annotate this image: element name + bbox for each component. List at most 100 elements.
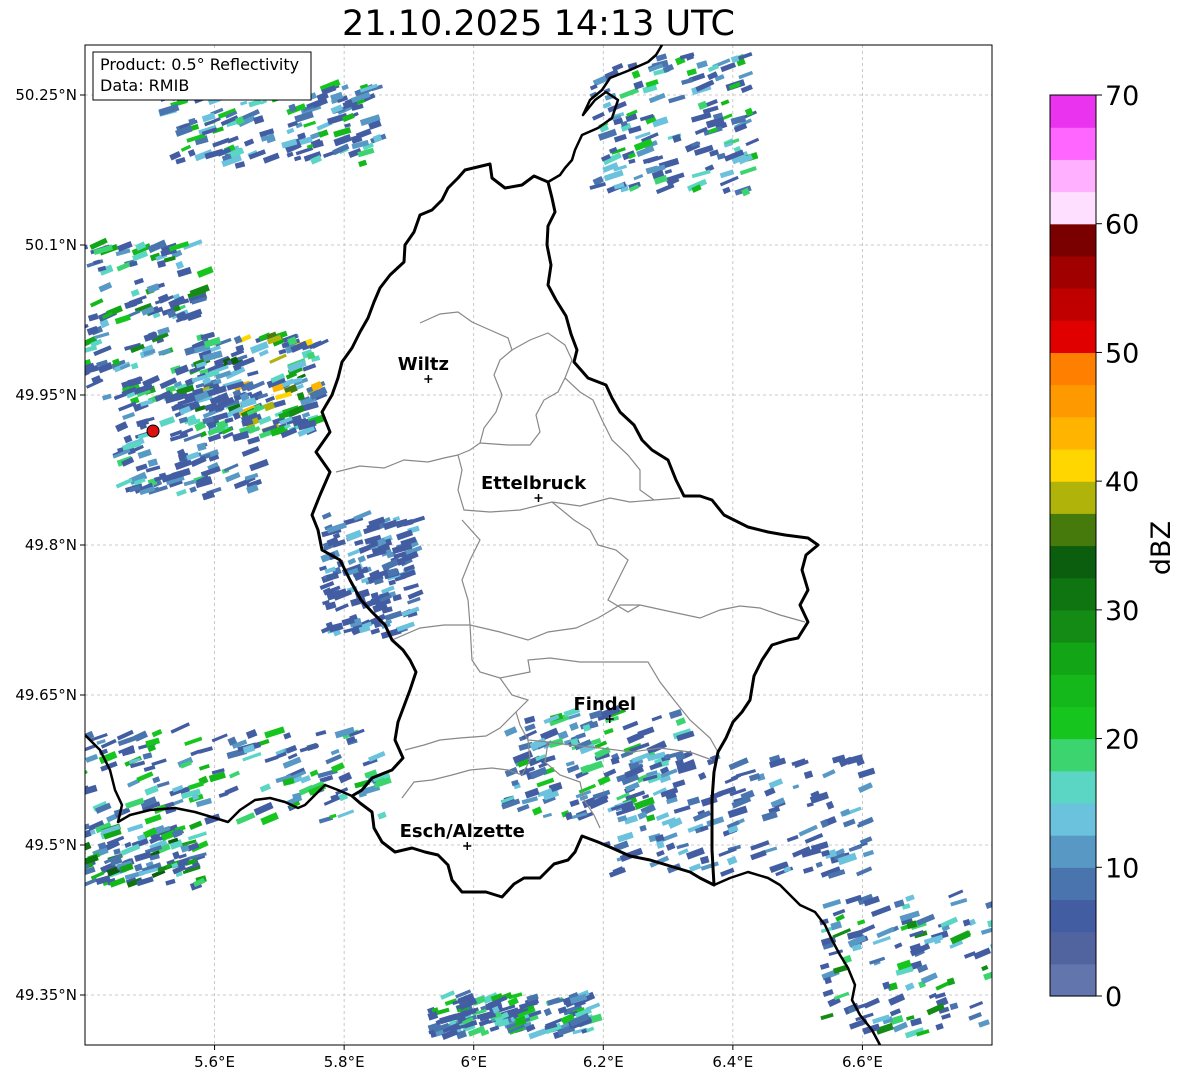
echo-cell bbox=[65, 871, 78, 879]
echo-cell bbox=[71, 853, 82, 861]
city-label: Ettelbruck bbox=[481, 473, 587, 494]
echo-cell bbox=[53, 861, 60, 866]
colorbar-tick-label: 0 bbox=[1105, 982, 1122, 1013]
colorbar-segment bbox=[1050, 770, 1096, 804]
echo-cell bbox=[1023, 977, 1032, 984]
colorbar-segment bbox=[1050, 159, 1096, 193]
echo-cell bbox=[991, 961, 992, 975]
colorbar-segment bbox=[1050, 899, 1096, 933]
echo-cell bbox=[1026, 893, 1039, 901]
colorbar: 0 10 20 30 40 50 60 70 bbox=[1049, 81, 1139, 1013]
x-tick-label: 6.2°E bbox=[583, 1053, 624, 1071]
echo-cell bbox=[996, 972, 1007, 979]
y-tick-label: 49.8°N bbox=[25, 536, 77, 554]
radar-site-marker bbox=[146, 424, 160, 438]
colorbar-segment bbox=[1050, 931, 1096, 965]
colorbar-segment bbox=[1050, 802, 1096, 836]
colorbar-segment bbox=[1050, 963, 1096, 997]
colorbar-segment bbox=[1050, 416, 1096, 450]
y-tick-label: 49.95°N bbox=[15, 386, 77, 404]
echo-cell bbox=[993, 1030, 1007, 1039]
x-tick-label: 6.6°E bbox=[842, 1053, 883, 1071]
colorbar-segment bbox=[1050, 95, 1096, 128]
echo-cell bbox=[60, 868, 72, 876]
x-tick-label: 6°E bbox=[460, 1053, 487, 1071]
colorbar-segment bbox=[1050, 738, 1096, 772]
colorbar-segment bbox=[1050, 191, 1096, 225]
echo-cell bbox=[64, 864, 79, 873]
echo-cell bbox=[46, 870, 63, 881]
x-tick-label: 6.4°E bbox=[712, 1053, 753, 1071]
y-tick-label: 49.65°N bbox=[15, 686, 77, 704]
echo-cell bbox=[1030, 915, 1045, 925]
echo-cell bbox=[1010, 991, 1020, 999]
echo-cell bbox=[85, 881, 86, 888]
echo-cell bbox=[1017, 1027, 1032, 1036]
echo-cell bbox=[1016, 954, 1035, 963]
echo-cell bbox=[58, 861, 77, 873]
colorbar-segment bbox=[1050, 255, 1096, 289]
echo-cell bbox=[994, 956, 1004, 962]
colorbar-segment bbox=[1050, 481, 1096, 514]
echo-cell bbox=[994, 1011, 1006, 1020]
colorbar-segment bbox=[1050, 513, 1096, 547]
x-tick-label: 5.6°E bbox=[194, 1053, 235, 1071]
data-source-label: Data: RMIB bbox=[100, 76, 189, 95]
echo-cell bbox=[997, 959, 1010, 966]
echo-cell bbox=[54, 868, 64, 876]
echo-cell bbox=[997, 891, 1016, 900]
y-tick-label: 49.5°N bbox=[25, 836, 77, 854]
echo-cell bbox=[1011, 899, 1021, 907]
city-label: Wiltz bbox=[398, 354, 449, 375]
colorbar-segment bbox=[1050, 867, 1096, 901]
echo-cell bbox=[54, 872, 62, 879]
echo-cell bbox=[51, 825, 65, 834]
echo-cell bbox=[1013, 903, 1030, 914]
echo-cell bbox=[52, 877, 62, 884]
colorbar-segment bbox=[1050, 223, 1096, 257]
colorbar-segment bbox=[1050, 448, 1096, 482]
colorbar-segment bbox=[1050, 609, 1096, 643]
colorbar-segment bbox=[1050, 835, 1096, 868]
colorbar-tick-label: 70 bbox=[1105, 81, 1139, 112]
echo-cell bbox=[66, 826, 80, 833]
echo-cell bbox=[42, 824, 57, 832]
echo-cell bbox=[1025, 961, 1032, 966]
colorbar-segment bbox=[1050, 706, 1096, 740]
colorbar-segment bbox=[1050, 320, 1096, 354]
colorbar-segment bbox=[1050, 127, 1096, 160]
info-box: Product: 0.5° Reflectivity Data: RMIB bbox=[92, 51, 312, 101]
colorbar-segment bbox=[1050, 352, 1096, 386]
echo-cell bbox=[85, 849, 86, 859]
colorbar-segment bbox=[1050, 545, 1096, 579]
echo-cell bbox=[40, 823, 55, 832]
city-label: Findel bbox=[573, 694, 636, 715]
colorbar-tick-label: 50 bbox=[1105, 338, 1139, 369]
echo-cell bbox=[1030, 956, 1043, 964]
echo-cell bbox=[1008, 1003, 1025, 1012]
colorbar-segment bbox=[1050, 577, 1096, 611]
colorbar-label: dBZ bbox=[1146, 521, 1177, 575]
colorbar-segment bbox=[1050, 384, 1096, 418]
echo-cell bbox=[1032, 935, 1040, 941]
y-tick-label: 49.35°N bbox=[15, 986, 77, 1004]
product-label: Product: 0.5° Reflectivity bbox=[100, 55, 299, 74]
colorbar-segment bbox=[1050, 288, 1096, 321]
echo-cell bbox=[1001, 964, 1009, 970]
colorbar-tick-label: 40 bbox=[1105, 467, 1139, 498]
echo-cell bbox=[1026, 981, 1042, 991]
colorbar-tick-label: 10 bbox=[1105, 853, 1139, 884]
echo-cell bbox=[46, 866, 64, 877]
echo-cell bbox=[1032, 981, 1043, 989]
echo-cell bbox=[1016, 1003, 1023, 1009]
echo-cell bbox=[43, 822, 55, 829]
colorbar-segment bbox=[1050, 674, 1096, 707]
radar-map-svg: 5.6°E 5.8°E 6°E 6.2°E 6.4°E 6.6°E 49.35°N 49.5°… bbox=[15, 44, 1177, 1071]
colorbar-tick-label: 60 bbox=[1105, 210, 1139, 241]
city-label: Esch/Alzette bbox=[400, 821, 525, 842]
echo-cell bbox=[49, 876, 66, 887]
colorbar-tick-label: 30 bbox=[1105, 596, 1139, 627]
colorbar-tick-label: 20 bbox=[1105, 725, 1139, 756]
radar-map-figure: 5.6°E 5.8°E 6°E 6.2°E 6.4°E 6.6°E 49.35°N 49.5°… bbox=[0, 0, 1184, 1081]
echo-cell bbox=[1033, 1004, 1044, 1012]
